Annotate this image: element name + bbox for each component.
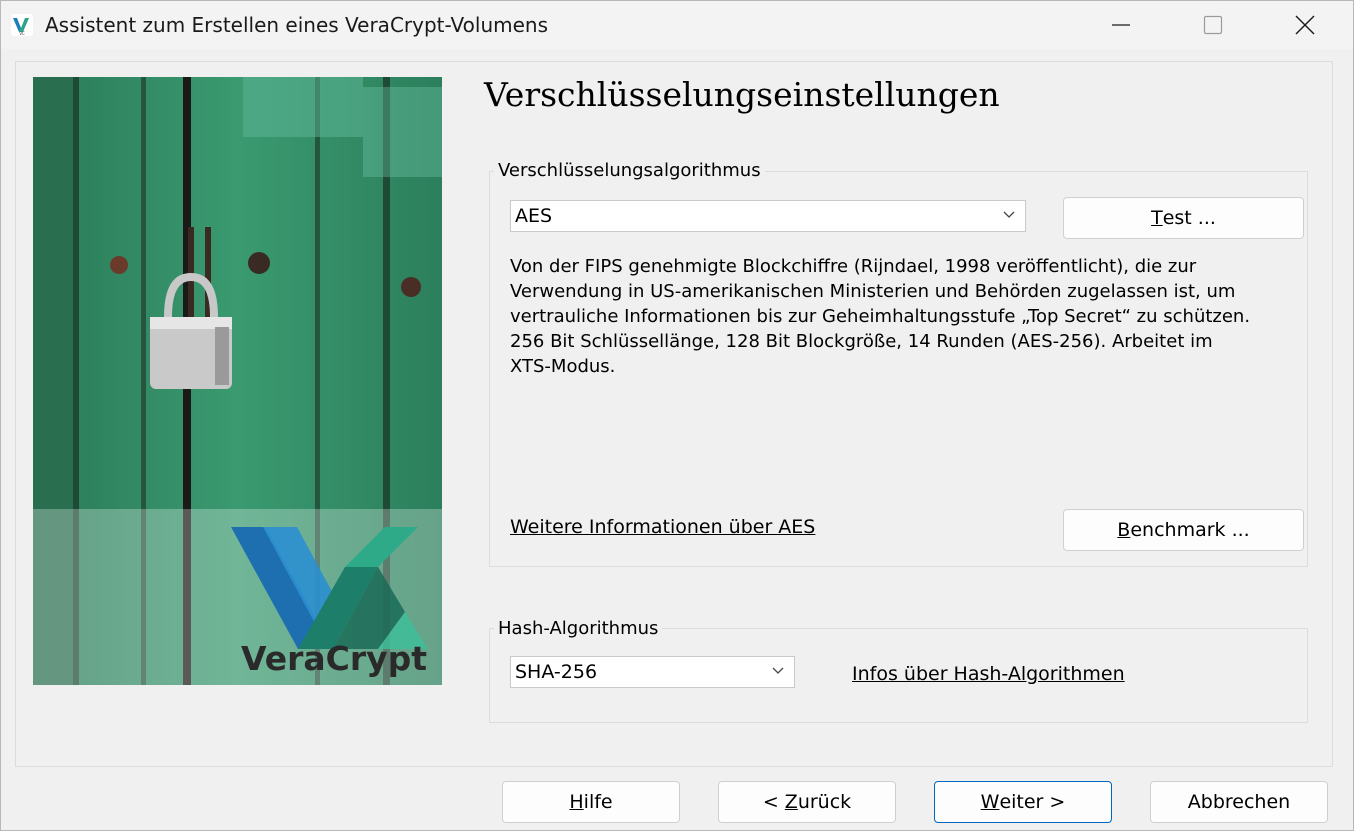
help-label: ilfe — [583, 791, 613, 813]
more-info-aes-link[interactable]: Weitere Informationen über AES — [510, 516, 815, 538]
next-label: eiter > — [999, 791, 1066, 813]
svg-text:VC: VC — [19, 31, 25, 36]
encryption-algorithm-select[interactable]: AES — [510, 200, 1026, 232]
title-bar: VC Assistent zum Erstellen eines VeraCry… — [1, 1, 1353, 49]
description-line: Von der FIPS genehmigte Blockchiffre (Ri… — [510, 256, 1197, 277]
encryption-group-label: Verschlüsselungsalgorithmus — [494, 160, 765, 181]
page-title: Verschlüsselungseinstellungen — [484, 75, 1000, 114]
next-accesskey: W — [980, 791, 1000, 813]
test-button-accesskey: T — [1151, 207, 1163, 229]
test-button[interactable]: Test ... — [1063, 197, 1304, 239]
chevron-down-icon — [1003, 211, 1015, 218]
back-button[interactable]: < Zurück — [718, 781, 896, 823]
hash-selected-value: SHA-256 — [515, 661, 598, 683]
close-icon — [1295, 15, 1315, 35]
veracrypt-logo-text: VeraCrypt — [241, 639, 427, 678]
algorithm-description: Von der FIPS genehmigte Blockchiffre (Ri… — [510, 254, 1300, 379]
window-title: Assistent zum Erstellen eines VeraCrypt-… — [45, 13, 549, 37]
cancel-button[interactable]: Abbrechen — [1150, 781, 1328, 823]
help-accesskey: H — [569, 791, 584, 813]
wizard-window: VC Assistent zum Erstellen eines VeraCry… — [0, 0, 1354, 831]
help-button[interactable]: Hilfe — [502, 781, 680, 823]
maximize-button[interactable] — [1167, 1, 1259, 49]
benchmark-button[interactable]: Benchmark ... — [1063, 509, 1304, 551]
minimize-icon — [1112, 24, 1130, 26]
benchmark-button-label: enchmark ... — [1130, 519, 1250, 541]
test-button-label: est ... — [1162, 207, 1216, 229]
next-button[interactable]: Weiter > — [934, 781, 1112, 823]
close-button[interactable] — [1259, 1, 1351, 49]
veracrypt-app-icon: VC — [11, 14, 33, 36]
description-line: 256 Bit Schlüssellänge, 128 Bit Blockgrö… — [510, 331, 1213, 352]
back-accesskey: Z — [784, 791, 798, 813]
hash-info-link[interactable]: Infos über Hash-Algorithmen — [852, 663, 1125, 685]
padlock-door-image: VeraCrypt — [33, 77, 442, 685]
wizard-artwork: VeraCrypt — [33, 77, 442, 685]
description-line: Verwendung in US-amerikanischen Minister… — [510, 281, 1236, 302]
minimize-button[interactable] — [1075, 1, 1167, 49]
hash-group-label: Hash-Algorithmus — [494, 618, 663, 639]
description-line: vertrauliche Informationen bis zur Gehei… — [510, 306, 1251, 327]
back-label: urück — [797, 791, 852, 813]
benchmark-button-accesskey: B — [1117, 519, 1131, 541]
chevron-down-icon — [772, 667, 784, 674]
maximize-icon — [1203, 15, 1223, 35]
hash-algorithm-select[interactable]: SHA-256 — [510, 656, 795, 688]
description-line: XTS-Modus. — [510, 356, 616, 377]
back-prefix: < — [762, 791, 785, 813]
encryption-selected-value: AES — [515, 205, 553, 227]
cancel-label: Abbrechen — [1187, 791, 1291, 813]
